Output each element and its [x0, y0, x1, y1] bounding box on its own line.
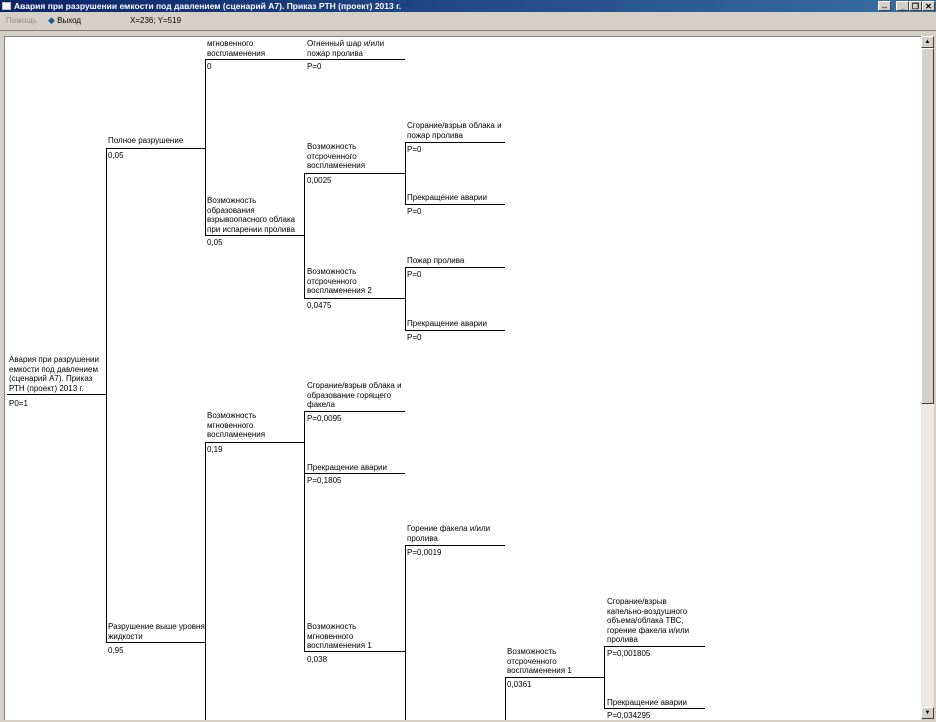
- scroll-up-button[interactable]: ▲: [921, 36, 934, 48]
- node-stop-2-label: Прекращение аварии: [407, 319, 487, 328]
- node-cloud-combustion-1-line: [405, 142, 505, 143]
- toolbar: Помощь ◆ Выход X=236; Y=519: [0, 12, 936, 31]
- node-fireball-label: Огненный шар и/или пожар пролива: [307, 39, 385, 58]
- title-bar: Авария при разрушении емкости под давлен…: [0, 0, 936, 12]
- connector-instant-ignition-1: [405, 545, 406, 720]
- node-pool-fire-line: [405, 267, 505, 268]
- node-instant-ignition-top-label: мгновенного воспламенения: [207, 39, 266, 58]
- node-delayed-ignition-label: Возможность отсроченного воспламенения: [307, 142, 366, 170]
- node-root-value: P0=1: [9, 399, 28, 408]
- app-icon[interactable]: [2, 2, 11, 10]
- node-delayed-ignition-1-value: 0,0361: [507, 680, 532, 689]
- minimize-button[interactable]: _: [896, 1, 909, 11]
- node-delayed-ignition-value: 0,0025: [307, 176, 332, 185]
- node-instant-ignition-mid-label: Возможность мгновенного воспламенения: [207, 411, 266, 439]
- node-delayed-ignition-2-label: Возможность отсроченного воспламенения 2: [307, 267, 372, 295]
- connector-delayed-ignition: [405, 142, 406, 204]
- node-delayed-ignition-2-line: [304, 298, 405, 299]
- event-tree-canvas[interactable]: Авария при разрушении емкости под давлен…: [4, 36, 921, 720]
- close-button[interactable]: ✕: [922, 1, 935, 11]
- node-cloud-torch-line: [304, 411, 405, 412]
- node-instant-ignition-1-value: 0,038: [307, 655, 328, 664]
- node-instant-ignition-mid-value: 0,19: [207, 445, 223, 454]
- node-fireball-line: [304, 59, 405, 60]
- node-stop-4-label: Прекращение аварии: [607, 698, 687, 707]
- help-button[interactable]: Помощь: [6, 15, 37, 26]
- node-above-liquid-label: Разрушение выше уровня жидкости: [108, 622, 205, 641]
- node-torch-pool-line: [405, 545, 505, 546]
- cursor-coordinates: X=236; Y=519: [130, 16, 182, 25]
- node-delayed-ignition-line: [304, 173, 405, 174]
- node-stop-2-line: [405, 330, 505, 331]
- node-root-label: Авария при разрушении емкости под давлен…: [9, 355, 99, 393]
- node-stop-4-value: P=0,034295: [607, 711, 651, 720]
- node-stop-3-value: P=0,1805: [307, 476, 342, 485]
- window-title: Авария при разрушении емкости под давлен…: [14, 1, 402, 11]
- node-stop-3-line: [304, 473, 405, 474]
- scroll-down-button[interactable]: ▼: [921, 707, 934, 719]
- node-cloud-combustion-1-label: Сгорание/взрыв облака и пожар пролива: [407, 121, 502, 140]
- node-torch-pool-label: Горение факела и/или пролива: [407, 524, 491, 543]
- node-instant-ignition-1-label: Возможность мгновенного воспламенения 1: [307, 622, 372, 650]
- node-explosive-cloud-label: Возможность образования взрывоопасного о…: [207, 196, 296, 234]
- node-stop-1-label: Прекращение аварии: [407, 193, 487, 202]
- exit-button[interactable]: ◆ Выход: [48, 15, 81, 26]
- node-pool-fire-label: Пожар пролива: [407, 256, 465, 265]
- node-cloud-torch-label: Сгорание/взрыв облака и образование горя…: [307, 381, 402, 409]
- node-instant-ignition-top-value: 0: [207, 62, 212, 71]
- node-delayed-ignition-1-line: [505, 677, 605, 678]
- node-torch-pool-value: P=0,0019: [407, 548, 442, 557]
- connector-above-liquid: [205, 443, 206, 720]
- resize-button[interactable]: ↔: [878, 1, 891, 11]
- restore-button[interactable]: ❐: [909, 1, 922, 11]
- node-cloud-combustion-1-value: P=0: [407, 145, 422, 154]
- node-full-destruction-value: 0,05: [108, 151, 124, 160]
- node-above-liquid-value: 0,95: [108, 646, 124, 655]
- node-stop-1-value: P=0: [407, 207, 422, 216]
- node-tvs-combustion-value: P=0,001805: [607, 649, 651, 658]
- node-delayed-ignition-1-label: Возможность отсроченного воспламенения 1: [507, 647, 572, 675]
- node-tvs-combustion-label: Сгорание/взрыв капельно-воздушного объем…: [607, 597, 690, 644]
- node-tvs-combustion-line: [604, 646, 705, 647]
- connector-instant-ignition-mid: [304, 411, 305, 652]
- node-delayed-ignition-2-value: 0,0475: [307, 301, 332, 310]
- node-stop-3-label: Прекращение аварии: [307, 463, 387, 472]
- connector-explosive-cloud: [304, 173, 305, 298]
- node-fireball-value: P=0: [307, 62, 322, 71]
- node-cloud-torch-value: P=0,0095: [307, 414, 342, 423]
- connector-full-destruction: [205, 59, 206, 236]
- node-root-line: [7, 394, 107, 395]
- exit-label: Выход: [57, 16, 82, 25]
- node-instant-ignition-top-line: [205, 59, 305, 60]
- node-full-destruction-label: Полное разрушение: [108, 136, 184, 145]
- node-stop-2-value: P=0: [407, 333, 422, 342]
- node-stop-1-line: [405, 204, 505, 205]
- back-arrow-icon: ◆: [48, 15, 55, 25]
- node-instant-ignition-1-line: [304, 651, 405, 652]
- node-pool-fire-value: P=0: [407, 270, 422, 279]
- node-stop-4-line: [604, 708, 705, 709]
- node-above-liquid-line: [106, 642, 206, 643]
- node-explosive-cloud-line: [205, 235, 305, 236]
- connector-delayed-ignition-1: [604, 646, 605, 709]
- connector-delayed-ignition-1-stem: [505, 677, 506, 720]
- vertical-scrollbar[interactable]: ▲ ▼: [921, 36, 934, 719]
- node-explosive-cloud-value: 0,05: [207, 238, 223, 247]
- scroll-thumb[interactable]: [921, 48, 934, 404]
- node-full-destruction-line: [106, 148, 206, 149]
- node-instant-ignition-mid-line: [205, 442, 305, 443]
- connector-root: [106, 148, 107, 643]
- connector-delayed-ignition-2: [405, 267, 406, 330]
